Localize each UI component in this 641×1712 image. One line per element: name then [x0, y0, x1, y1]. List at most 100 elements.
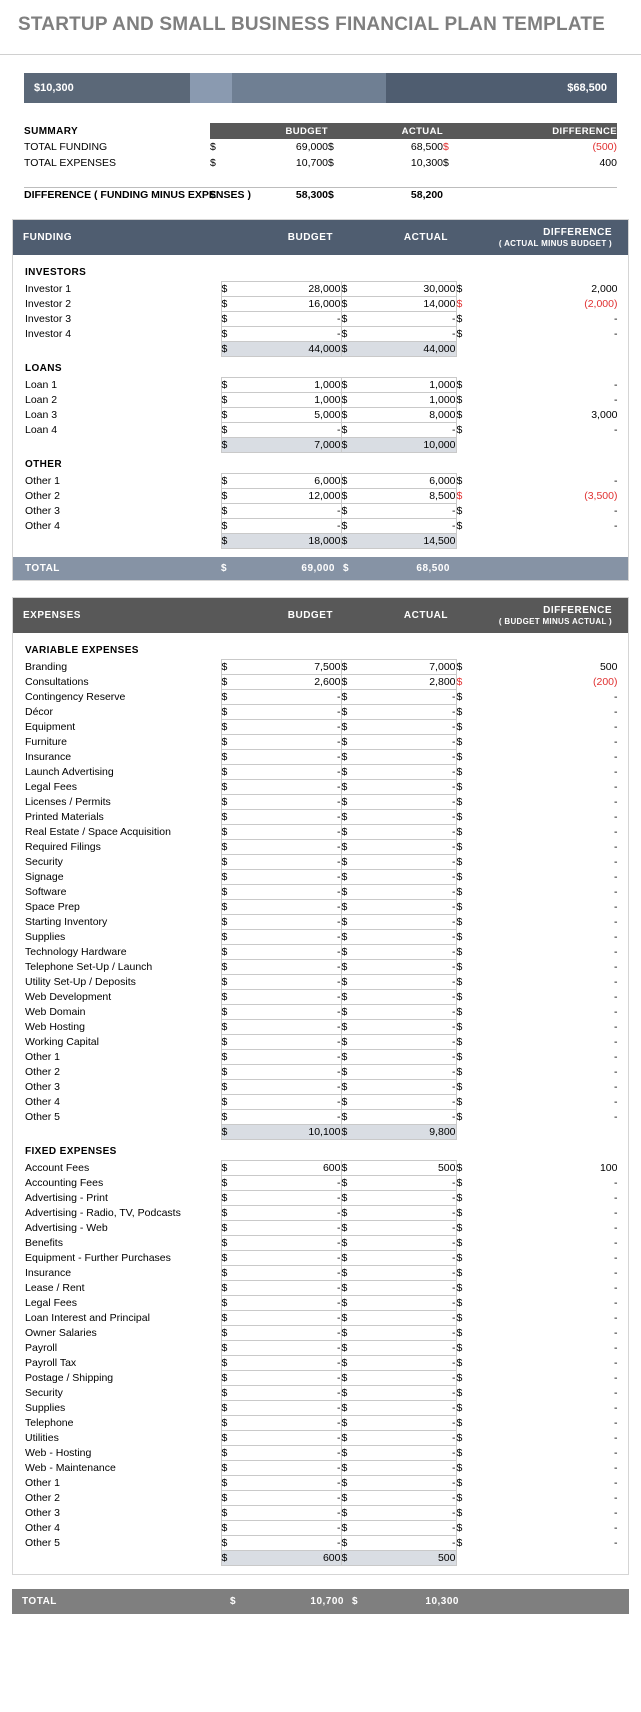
- actual-value[interactable]: -: [357, 824, 457, 840]
- actual-value[interactable]: 1,000: [357, 392, 457, 408]
- actual-value[interactable]: -: [357, 749, 457, 765]
- actual-value[interactable]: -: [357, 719, 457, 735]
- budget-value[interactable]: -: [237, 899, 342, 915]
- budget-value[interactable]: -: [237, 794, 342, 810]
- actual-value[interactable]: -: [357, 959, 457, 975]
- budget-value[interactable]: -: [237, 1064, 342, 1080]
- actual-value[interactable]: -: [357, 899, 457, 915]
- actual-value[interactable]: -: [357, 518, 457, 534]
- actual-value[interactable]: -: [357, 1079, 457, 1095]
- budget-value[interactable]: -: [237, 719, 342, 735]
- budget-value[interactable]: -: [237, 1019, 342, 1035]
- actual-value[interactable]: 8,000: [357, 407, 457, 423]
- budget-value[interactable]: -: [237, 1205, 342, 1221]
- actual-value[interactable]: -: [357, 1205, 457, 1221]
- budget-value[interactable]: -: [237, 1415, 342, 1431]
- actual-value[interactable]: -: [357, 311, 457, 327]
- actual-value[interactable]: -: [357, 869, 457, 885]
- actual-value[interactable]: -: [357, 1355, 457, 1371]
- actual-value[interactable]: -: [357, 1175, 457, 1191]
- budget-value[interactable]: -: [237, 839, 342, 855]
- actual-value[interactable]: 6,000: [357, 473, 457, 489]
- actual-value[interactable]: -: [357, 1109, 457, 1125]
- actual-value[interactable]: -: [357, 1535, 457, 1551]
- budget-value[interactable]: -: [237, 1250, 342, 1266]
- budget-value[interactable]: -: [237, 734, 342, 750]
- budget-value[interactable]: -: [237, 1490, 342, 1506]
- actual-value[interactable]: -: [357, 1220, 457, 1236]
- budget-value[interactable]: 600: [237, 1160, 342, 1176]
- budget-value[interactable]: -: [237, 1079, 342, 1095]
- budget-value[interactable]: 5,000: [237, 407, 342, 423]
- actual-value[interactable]: -: [357, 1004, 457, 1020]
- actual-value[interactable]: -: [357, 914, 457, 930]
- actual-value[interactable]: -: [357, 1325, 457, 1341]
- budget-value[interactable]: 7,500: [237, 659, 342, 675]
- budget-value[interactable]: -: [237, 749, 342, 765]
- actual-value[interactable]: -: [357, 809, 457, 825]
- actual-value[interactable]: -: [357, 884, 457, 900]
- actual-value[interactable]: -: [357, 1475, 457, 1491]
- actual-value[interactable]: -: [357, 1190, 457, 1206]
- actual-value[interactable]: -: [357, 1280, 457, 1296]
- actual-value[interactable]: 2,800: [357, 674, 457, 690]
- actual-value[interactable]: 30,000: [357, 281, 457, 297]
- budget-value[interactable]: -: [237, 1295, 342, 1311]
- budget-value[interactable]: -: [237, 1190, 342, 1206]
- budget-value[interactable]: -: [237, 989, 342, 1005]
- actual-value[interactable]: -: [357, 944, 457, 960]
- budget-value[interactable]: -: [237, 1505, 342, 1521]
- budget-value[interactable]: -: [237, 914, 342, 930]
- actual-value[interactable]: -: [357, 974, 457, 990]
- actual-value[interactable]: -: [357, 839, 457, 855]
- budget-value[interactable]: -: [237, 422, 342, 438]
- actual-value[interactable]: -: [357, 1049, 457, 1065]
- budget-value[interactable]: -: [237, 1280, 342, 1296]
- actual-value[interactable]: -: [357, 326, 457, 342]
- budget-value[interactable]: -: [237, 1265, 342, 1281]
- budget-value[interactable]: -: [237, 809, 342, 825]
- budget-value[interactable]: -: [237, 779, 342, 795]
- budget-value[interactable]: -: [237, 518, 342, 534]
- budget-value[interactable]: -: [237, 1400, 342, 1416]
- budget-value[interactable]: -: [237, 503, 342, 519]
- budget-value[interactable]: -: [237, 1430, 342, 1446]
- actual-value[interactable]: -: [357, 1460, 457, 1476]
- budget-value[interactable]: -: [237, 959, 342, 975]
- actual-value[interactable]: -: [357, 989, 457, 1005]
- actual-value[interactable]: -: [357, 1400, 457, 1416]
- actual-value[interactable]: -: [357, 1019, 457, 1035]
- budget-value[interactable]: -: [237, 944, 342, 960]
- actual-value[interactable]: -: [357, 1295, 457, 1311]
- budget-value[interactable]: -: [237, 1094, 342, 1110]
- budget-value[interactable]: -: [237, 854, 342, 870]
- actual-value[interactable]: -: [357, 779, 457, 795]
- budget-value[interactable]: -: [237, 1175, 342, 1191]
- budget-value[interactable]: 1,000: [237, 392, 342, 408]
- actual-value[interactable]: -: [357, 1445, 457, 1461]
- actual-value[interactable]: -: [357, 1520, 457, 1536]
- budget-value[interactable]: 28,000: [237, 281, 342, 297]
- actual-value[interactable]: -: [357, 689, 457, 705]
- actual-value[interactable]: -: [357, 704, 457, 720]
- actual-value[interactable]: -: [357, 422, 457, 438]
- budget-value[interactable]: 2,600: [237, 674, 342, 690]
- budget-value[interactable]: -: [237, 326, 342, 342]
- actual-value[interactable]: -: [357, 1490, 457, 1506]
- budget-value[interactable]: -: [237, 1049, 342, 1065]
- budget-value[interactable]: -: [237, 1385, 342, 1401]
- budget-value[interactable]: -: [237, 884, 342, 900]
- budget-value[interactable]: -: [237, 704, 342, 720]
- actual-value[interactable]: -: [357, 1235, 457, 1251]
- budget-value[interactable]: -: [237, 1220, 342, 1236]
- actual-value[interactable]: -: [357, 1340, 457, 1356]
- actual-value[interactable]: 8,500: [357, 488, 457, 504]
- budget-value[interactable]: 16,000: [237, 296, 342, 312]
- budget-value[interactable]: -: [237, 1235, 342, 1251]
- budget-value[interactable]: -: [237, 974, 342, 990]
- budget-value[interactable]: -: [237, 1475, 342, 1491]
- actual-value[interactable]: -: [357, 1034, 457, 1050]
- actual-value[interactable]: 7,000: [357, 659, 457, 675]
- budget-value[interactable]: -: [237, 1355, 342, 1371]
- budget-value[interactable]: -: [237, 1004, 342, 1020]
